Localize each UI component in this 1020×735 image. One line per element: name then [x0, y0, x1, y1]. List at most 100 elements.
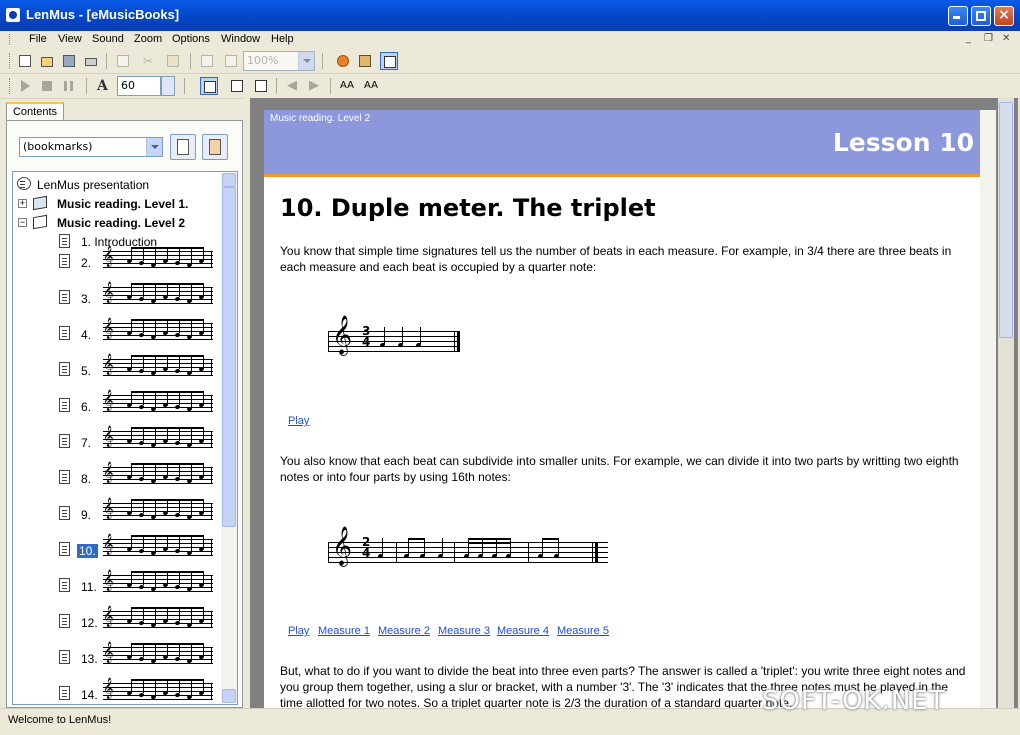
score-example-2: 𝄞 24 [328, 529, 608, 564]
forward-arrow-icon[interactable]: ▶ [306, 77, 324, 95]
page-title: 10. Duple meter. The triplet [280, 194, 656, 222]
tree-scrollbar[interactable] [221, 173, 237, 703]
tempo-value: 60 [121, 79, 135, 92]
tree-label: 8. [81, 472, 92, 486]
ebook-page: Music reading. Level 2 Lesson 10 10. Dup… [264, 110, 996, 708]
print-icon[interactable] [82, 52, 100, 70]
score-thumbnail: 𝄞 [103, 354, 213, 376]
tree-label: 10. [77, 544, 98, 558]
measure-5-link[interactable]: Measure 5 [557, 625, 609, 637]
page-icon [59, 290, 70, 304]
zoom-value: 100% [247, 54, 279, 67]
time-signature: 34 [362, 325, 370, 348]
font-smaller-icon[interactable]: AA [362, 77, 380, 95]
score-thumbnail: 𝄞 [103, 570, 213, 592]
tree-label: Music reading. Level 1. [57, 197, 189, 211]
app-icon[interactable] [6, 8, 20, 22]
score-example-1: 𝄞 34 [328, 318, 460, 353]
new-file-icon[interactable] [16, 52, 34, 70]
scroll-up-icon[interactable] [222, 173, 236, 187]
play-icon[interactable] [16, 77, 34, 95]
back-arrow-icon[interactable]: ◀ [284, 77, 302, 95]
tree-label: 13. [81, 652, 98, 666]
tempo-spinner[interactable] [161, 76, 175, 96]
measure-2-link[interactable]: Measure 2 [378, 625, 430, 637]
tree-scroll-thumb[interactable] [222, 187, 236, 527]
mdi-minimize-icon[interactable]: _ [966, 33, 971, 44]
restore-button[interactable] [971, 6, 991, 26]
menu-sound[interactable]: Sound [92, 33, 124, 45]
document-scrollbar[interactable] [980, 110, 996, 708]
title-bar[interactable]: LenMus - [eMusicBooks] × [0, 0, 1020, 31]
tree-label: 7. [81, 436, 92, 450]
page-icon [59, 542, 70, 556]
menu-view[interactable]: View [58, 33, 82, 45]
treble-clef-icon: 𝄞 [103, 426, 114, 447]
menu-bar: File View Sound Zoom Options Window Help… [0, 31, 1020, 48]
collapse-icon[interactable]: − [18, 218, 27, 227]
exercise-icon[interactable] [356, 52, 374, 70]
time-bottom: 4 [362, 546, 371, 560]
treble-clef-icon: 𝄞 [103, 678, 114, 699]
menu-file[interactable]: File [29, 33, 47, 45]
expand-icon[interactable]: + [18, 199, 27, 208]
mdi-restore-icon[interactable]: ❐ [984, 33, 993, 44]
presentation-icon [17, 177, 31, 190]
page-view-icon[interactable] [198, 52, 216, 70]
menu-zoom[interactable]: Zoom [134, 33, 162, 45]
breadcrumb: Music reading. Level 2 [270, 113, 371, 124]
open-folder-icon[interactable] [38, 52, 56, 70]
status-text: Welcome to LenMus! [8, 714, 112, 726]
pause-icon[interactable] [60, 77, 78, 95]
page-icon [59, 398, 70, 412]
stop-icon[interactable] [38, 77, 56, 95]
viewer-scrollbar[interactable] [998, 98, 1014, 708]
tempo-icon: A [97, 78, 108, 94]
ebook-icon[interactable] [380, 52, 398, 70]
metronome-icon[interactable] [334, 52, 352, 70]
treble-clef-icon: 𝄞 [332, 526, 353, 566]
treble-clef-icon: 𝄞 [103, 498, 114, 519]
two-pages-icon[interactable] [222, 52, 240, 70]
score-thumbnail: 𝄞 [103, 282, 213, 304]
toolbar-main: ✂ 100% [0, 49, 1020, 74]
tab-contents[interactable]: Contents [6, 102, 64, 121]
measure-4-link[interactable]: Measure 4 [497, 625, 549, 637]
menu-window[interactable]: Window [221, 33, 260, 45]
measure-3-link[interactable]: Measure 3 [438, 625, 490, 637]
bookmark-button[interactable] [170, 134, 196, 160]
treble-clef-icon: 𝄞 [103, 462, 114, 483]
contents-tree: LenMus presentation + Music reading. Lev… [12, 171, 238, 705]
toggle-toc-icon[interactable] [200, 77, 218, 95]
measure-1-link[interactable]: Measure 1 [318, 625, 370, 637]
cut-icon[interactable]: ✂ [140, 52, 158, 70]
mdi-close-icon[interactable]: ✕ [1002, 33, 1010, 44]
menu-options[interactable]: Options [172, 33, 210, 45]
tree-label: LenMus presentation [37, 178, 150, 192]
zoom-select[interactable]: 100% [243, 51, 315, 71]
window-title: LenMus - [eMusicBooks] [26, 7, 180, 22]
play-link-1[interactable]: Play [288, 415, 309, 427]
save-icon[interactable] [60, 52, 78, 70]
score-thumbnail: 𝄞 [103, 426, 213, 448]
treble-clef-icon: 𝄞 [103, 570, 114, 591]
close-button[interactable]: × [994, 6, 1014, 26]
scroll-down-icon[interactable] [222, 689, 236, 703]
treble-clef-icon: 𝄞 [103, 282, 114, 303]
tree-label: 3. [81, 292, 92, 306]
lesson-title: Lesson 10 [832, 128, 974, 157]
book-next-icon[interactable] [252, 77, 270, 95]
font-larger-icon[interactable]: AA [338, 77, 356, 95]
remove-bookmark-button[interactable] [202, 134, 228, 160]
score-thumbnail: 𝄞 [103, 642, 213, 664]
tempo-input[interactable]: 60 [117, 76, 161, 96]
play-link-2[interactable]: Play [288, 625, 309, 637]
book-prev-icon[interactable] [228, 77, 246, 95]
treble-clef-icon: 𝄞 [103, 318, 114, 339]
copy-icon[interactable] [114, 52, 132, 70]
menu-help[interactable]: Help [271, 33, 294, 45]
paste-icon[interactable] [164, 52, 182, 70]
bookmarks-select[interactable]: (bookmarks) [19, 137, 163, 157]
minimize-button[interactable] [948, 6, 968, 26]
viewer-scroll-thumb[interactable] [999, 102, 1013, 338]
